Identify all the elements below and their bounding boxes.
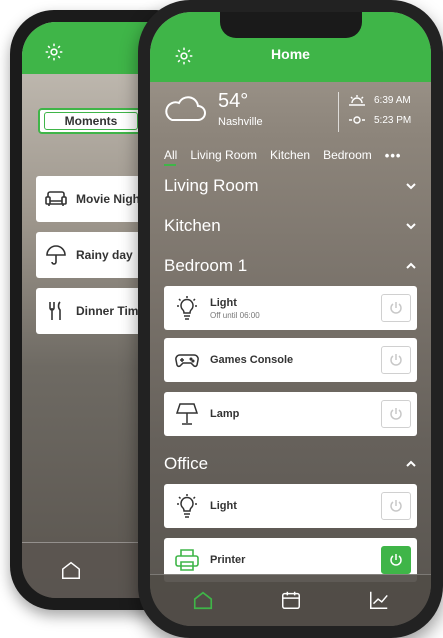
- printer-icon: [175, 549, 199, 571]
- bottom-nav: [150, 574, 431, 626]
- sunset-row: 5:23 PM: [348, 114, 411, 126]
- tab-living-room[interactable]: Living Room: [190, 148, 257, 162]
- device-name: Light: [210, 500, 237, 512]
- power-button[interactable]: [381, 492, 411, 520]
- calendar-icon[interactable]: [280, 589, 302, 611]
- home-icon[interactable]: [60, 559, 82, 581]
- lightbulb-icon: [177, 296, 197, 320]
- home-icon[interactable]: [192, 589, 214, 611]
- moment-label: Rainy day: [76, 248, 133, 262]
- device-text: Light Off until 06:00: [210, 297, 260, 320]
- power-icon: [390, 408, 402, 420]
- sofa-icon: [45, 191, 67, 206]
- front-phone-screen: Home 54° Nashville 6:39 AM 5:23 PM All L…: [150, 12, 431, 626]
- device-name: Printer: [210, 554, 246, 566]
- device-status: Off until 06:00: [210, 310, 260, 320]
- weather-panel: 54° Nashville 6:39 AM 5:23 PM: [150, 82, 431, 142]
- tab-all[interactable]: All: [164, 148, 177, 166]
- chevron-up-icon: [406, 262, 416, 269]
- chevron-down-icon: [406, 183, 416, 190]
- power-icon: [390, 354, 402, 366]
- phone-notch: [220, 12, 362, 38]
- more-tabs-button[interactable]: •••: [385, 148, 402, 163]
- cutlery-icon: [49, 301, 61, 320]
- gamepad-icon: [175, 354, 199, 368]
- power-button[interactable]: [381, 294, 411, 322]
- section-title: Living Room: [164, 176, 259, 195]
- lightbulb-icon: [177, 494, 197, 518]
- front-phone: Home 54° Nashville 6:39 AM 5:23 PM All L…: [138, 0, 443, 638]
- power-icon: [390, 302, 402, 314]
- umbrella-icon: [46, 245, 66, 265]
- sunrise-icon: [349, 95, 365, 106]
- moment-label: Movie Nigh: [76, 192, 141, 206]
- power-button[interactable]: [381, 346, 411, 374]
- gear-icon[interactable]: [44, 42, 64, 62]
- room-tabs: All Living Room Kitchen Bedroom •••: [164, 144, 423, 166]
- device-name: Games Console: [210, 354, 294, 366]
- device-card-lamp[interactable]: Lamp: [164, 392, 417, 436]
- cloud-icon: [165, 96, 206, 121]
- sunrise-time: 6:39 AM: [374, 94, 411, 106]
- power-button[interactable]: [381, 546, 411, 574]
- temperature: 54°: [218, 90, 249, 112]
- power-icon: [390, 554, 402, 566]
- sunset-icon: [349, 116, 365, 124]
- section-kitchen[interactable]: Kitchen: [164, 212, 417, 240]
- section-title: Kitchen: [164, 216, 221, 235]
- tab-bedroom[interactable]: Bedroom: [323, 148, 372, 162]
- device-card-office-light[interactable]: Light: [164, 484, 417, 528]
- chart-icon[interactable]: [368, 589, 390, 611]
- tab-moments[interactable]: Moments: [44, 112, 138, 130]
- city-name: Nashville: [218, 116, 263, 128]
- lamp-icon: [175, 403, 199, 425]
- power-icon: [390, 500, 402, 512]
- sunrise-row: 6:39 AM: [348, 94, 411, 106]
- device-name: Light: [210, 296, 237, 309]
- section-bedroom-1[interactable]: Bedroom 1: [164, 252, 417, 280]
- chevron-up-icon: [406, 460, 416, 467]
- section-living-room[interactable]: Living Room: [164, 172, 417, 200]
- section-title: Office: [164, 454, 209, 473]
- power-button[interactable]: [381, 400, 411, 428]
- sunset-time: 5:23 PM: [374, 114, 412, 126]
- tab-kitchen[interactable]: Kitchen: [270, 148, 310, 162]
- page-title: Home: [271, 46, 310, 62]
- device-name: Lamp: [210, 408, 240, 420]
- device-card-light[interactable]: Light Off until 06:00: [164, 286, 417, 330]
- section-title: Bedroom 1: [164, 256, 248, 275]
- divider: [338, 92, 339, 132]
- device-card-games-console[interactable]: Games Console: [164, 338, 417, 382]
- chevron-down-icon: [406, 223, 416, 230]
- moment-label: Dinner Tim: [76, 304, 139, 318]
- section-office[interactable]: Office: [164, 450, 417, 478]
